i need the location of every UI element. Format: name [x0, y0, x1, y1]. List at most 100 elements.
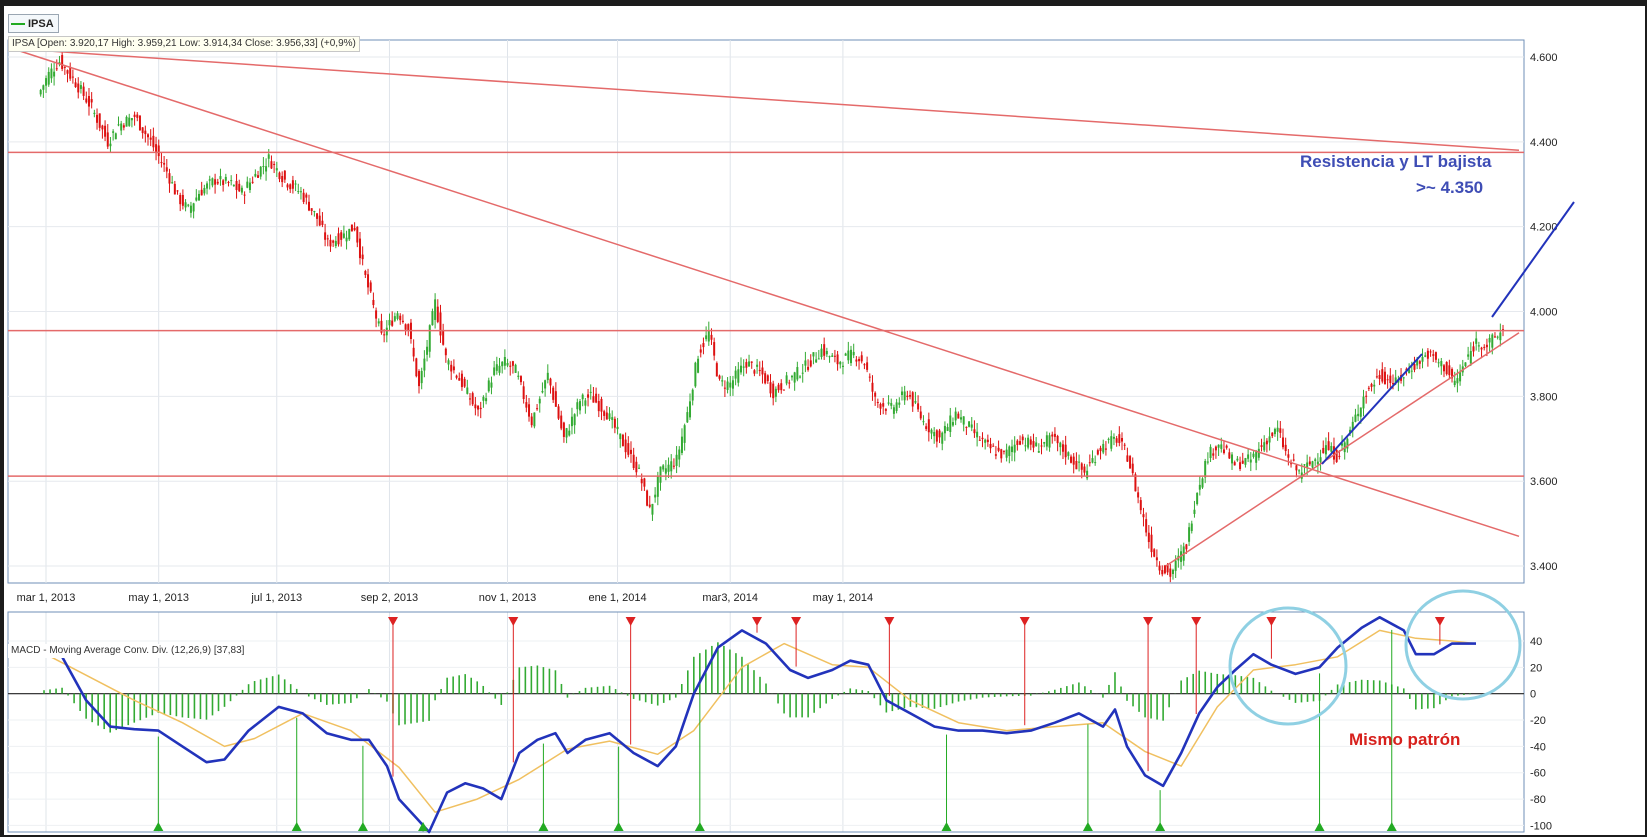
candle-body [1386, 379, 1389, 381]
candle-body [77, 83, 80, 93]
candle-body [900, 391, 903, 396]
candle-body [138, 115, 141, 131]
candle-body [511, 361, 514, 366]
candle-body [404, 324, 407, 330]
candle-body [1102, 443, 1105, 453]
candle-body [1016, 440, 1019, 445]
candle-body [396, 313, 399, 319]
candle-body [1464, 362, 1467, 367]
candle-body [812, 352, 815, 357]
candle-body [184, 202, 187, 208]
candle-body [581, 394, 584, 400]
x-tick-label: mar 1, 2013 [17, 592, 76, 604]
candle-body [479, 407, 482, 410]
candle-body [222, 180, 225, 185]
candle-body [546, 372, 549, 381]
annotation-resistance-2: >~ 4.350 [1416, 178, 1484, 197]
candle-body [466, 387, 469, 394]
candle-body [892, 407, 895, 414]
candle-body [739, 365, 742, 373]
candle-body [1338, 455, 1341, 457]
legend-label: IPSA [28, 17, 54, 30]
candle-body [69, 66, 72, 79]
candle-body [672, 465, 675, 467]
candle-body [1311, 461, 1314, 468]
candle-body [104, 125, 107, 137]
candle-body [544, 380, 547, 389]
sell-marker [508, 617, 519, 626]
y-tick-label: 4.000 [1530, 307, 1558, 319]
candle-body [863, 364, 866, 366]
candle-body [1292, 459, 1295, 461]
candle-body [1153, 549, 1156, 557]
candle-body [1319, 457, 1322, 462]
candle-body [1048, 435, 1051, 448]
candle-body [383, 334, 386, 336]
candle-body [283, 170, 286, 180]
candle-body [149, 137, 152, 140]
candle-body [471, 393, 474, 405]
candle-body [340, 232, 343, 240]
candle-body [388, 319, 391, 326]
candle-body [101, 125, 104, 130]
candle-body [1281, 437, 1284, 448]
candle-body [109, 143, 112, 147]
candle-body [1070, 456, 1073, 463]
candle-body [519, 376, 522, 383]
candle-body [871, 382, 874, 392]
candle-body [1373, 384, 1376, 387]
candle-body [286, 184, 289, 188]
candle-body [227, 181, 230, 183]
candle-body [1271, 432, 1274, 437]
candle-body [981, 437, 984, 440]
candle-body [839, 361, 842, 365]
candle-body [726, 381, 729, 390]
candle-body [431, 311, 434, 326]
candle-body [1107, 438, 1110, 440]
candle-body [552, 387, 555, 400]
candle-body [45, 78, 48, 86]
candle-body [911, 392, 914, 407]
candle-body [313, 211, 316, 213]
candle-body [756, 364, 759, 367]
candle-body [1265, 440, 1268, 445]
candle-body [248, 182, 251, 191]
candle-body [55, 68, 58, 70]
candle-body [1142, 514, 1145, 518]
candle-body [230, 180, 233, 182]
candle-body [1188, 527, 1191, 542]
candle-body [1147, 532, 1150, 543]
candle-body [852, 351, 855, 356]
candle-body [136, 114, 139, 118]
candle-body [587, 394, 590, 398]
candle-body [1123, 444, 1126, 446]
candle-body [1010, 446, 1013, 453]
candle-body [737, 369, 740, 383]
candle-body [1064, 444, 1067, 458]
annotation-circle [1404, 589, 1522, 701]
candle-body [1488, 337, 1491, 343]
candle-body [1493, 336, 1496, 338]
candle-body [74, 82, 77, 88]
candle-body [1475, 338, 1478, 344]
candle-body [1019, 441, 1022, 445]
candle-body [986, 439, 989, 443]
candle-body [485, 398, 488, 402]
candle-body [790, 375, 793, 378]
candle-body [1190, 523, 1193, 531]
candle-body [576, 402, 579, 410]
candle-body [906, 395, 909, 397]
candle-body [922, 421, 925, 423]
candle-body [1155, 557, 1158, 561]
candle-body [1088, 462, 1091, 464]
candle-body [764, 373, 767, 384]
candle-body [1035, 442, 1038, 447]
candle-body [605, 412, 608, 420]
candle-body [1145, 519, 1148, 533]
legend-ipsa[interactable]: IPSA [8, 14, 59, 33]
candle-body [1027, 437, 1030, 448]
candle-body [495, 364, 498, 371]
candle-body [903, 391, 906, 401]
candle-body [181, 194, 184, 206]
candle-body [63, 66, 66, 68]
